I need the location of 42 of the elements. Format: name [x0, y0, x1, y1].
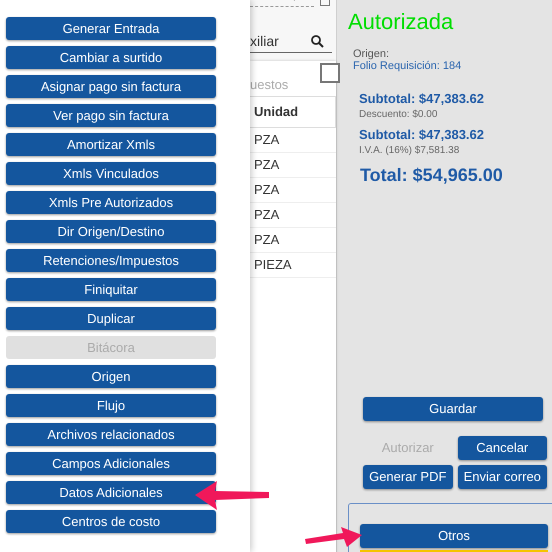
section-label: uestos: [250, 76, 288, 94]
menu-button[interactable]: Finiquitar: [6, 278, 216, 301]
arrow-icon: [305, 527, 363, 549]
action-button[interactable]: Cancelar: [458, 436, 547, 460]
detail-text: Descuento: $0.00: [359, 108, 438, 122]
menu-button[interactable]: Datos Adicionales: [6, 481, 216, 504]
menu-button[interactable]: Dir Origen/Destino: [6, 220, 216, 243]
other-button[interactable]: Otros: [360, 524, 548, 548]
menu-button[interactable]: Origen: [6, 365, 216, 388]
menu-button[interactable]: Cambiar a surtido: [6, 46, 216, 69]
search-field[interactable]: xiliar: [250, 31, 332, 53]
menu-button[interactable]: Xmls Vinculados: [6, 162, 216, 185]
menu-button[interactable]: Retenciones/Impuestos: [6, 249, 216, 272]
table-cell-text: PZA: [254, 156, 280, 174]
total-text: Total: $54,965.00: [360, 164, 503, 187]
folio-link[interactable]: Folio Requisición: 184: [353, 60, 462, 72]
table-cell-text: PZA: [254, 181, 280, 200]
table-cell-text: PZA: [254, 206, 280, 224]
subtotal-text: Subtotal: $47,383.62: [359, 126, 484, 144]
table-cell-text: PZA: [254, 231, 280, 250]
menu-button[interactable]: Ver pago sin factura: [6, 104, 216, 127]
menu-button[interactable]: Flujo: [6, 394, 216, 417]
checkbox[interactable]: [320, 63, 340, 83]
menu-button[interactable]: Centros de costo: [6, 510, 216, 533]
menu-button[interactable]: Duplicar: [6, 307, 216, 330]
save-button[interactable]: Guardar: [363, 397, 543, 421]
subtotal-text: Subtotal: $47,383.62: [359, 90, 484, 108]
origin-label: Origen:: [353, 48, 390, 60]
table-cell-text: PZA: [254, 131, 280, 150]
table-cell-text: PIEZA: [254, 256, 292, 274]
detail-text: I.V.A. (16%) $7,581.38: [359, 144, 460, 158]
menu-button[interactable]: Asignar pago sin factura: [6, 75, 216, 98]
menu-button[interactable]: Generar Entrada: [6, 17, 216, 40]
status-text: Autorizada: [348, 9, 454, 35]
arrow-icon: [195, 481, 270, 511]
action-button[interactable]: Generar PDF: [363, 465, 452, 489]
menu-button[interactable]: Xmls Pre Autorizados: [6, 191, 216, 214]
menu-button[interactable]: Amortizar Xmls: [6, 133, 216, 156]
menu-button[interactable]: Archivos relacionados: [6, 423, 216, 446]
action-button[interactable]: Enviar correo: [458, 465, 547, 489]
menu-button[interactable]: Campos Adicionales: [6, 452, 216, 475]
column-header[interactable]: Unidad: [250, 96, 336, 128]
